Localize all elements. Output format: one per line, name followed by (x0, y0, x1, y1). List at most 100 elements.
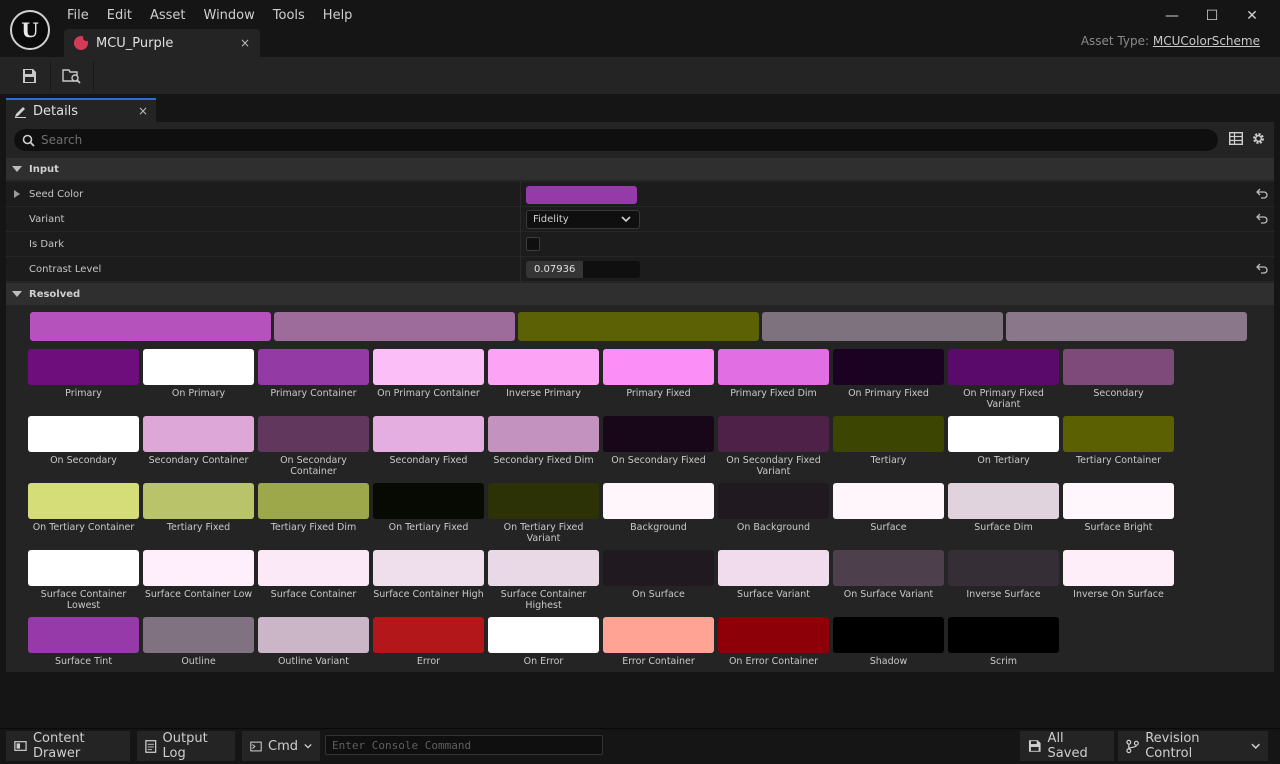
color-role-swatch[interactable] (488, 550, 599, 586)
variant-dropdown[interactable]: Fidelity (526, 210, 640, 229)
color-role-swatch[interactable] (258, 349, 369, 385)
asset-type-link[interactable]: MCUColorScheme (1153, 34, 1260, 48)
color-role-swatch[interactable] (373, 349, 484, 385)
all-saved-button[interactable]: All Saved (1020, 731, 1114, 761)
color-role-swatch[interactable] (373, 483, 484, 519)
color-role-swatch[interactable] (833, 550, 944, 586)
cmd-dropdown[interactable]: Cmd (242, 731, 320, 761)
section-input[interactable]: Input (6, 158, 1274, 180)
reset-to-default-icon[interactable] (1256, 212, 1268, 224)
color-role-swatch[interactable] (1063, 416, 1174, 452)
color-role-label: Surface Variant (737, 589, 810, 600)
color-role-swatch[interactable] (948, 416, 1059, 452)
color-role-cell: Surface Container (258, 550, 371, 600)
table-view-icon[interactable] (1229, 132, 1243, 145)
color-role-swatch[interactable] (373, 617, 484, 653)
color-role-swatch[interactable] (258, 483, 369, 519)
close-window-button[interactable]: ✕ (1234, 5, 1270, 27)
color-role-swatch[interactable] (28, 617, 139, 653)
color-role-swatch[interactable] (143, 617, 254, 653)
column-divider (520, 207, 521, 232)
output-log-button[interactable]: Output Log (137, 731, 235, 761)
color-role-swatch[interactable] (833, 416, 944, 452)
close-details-button[interactable]: × (138, 104, 148, 118)
expand-arrow-icon[interactable] (14, 190, 20, 198)
color-role-swatch[interactable] (718, 483, 829, 519)
is-dark-checkbox[interactable] (526, 237, 540, 251)
color-role-swatch[interactable] (488, 416, 599, 452)
color-role-swatch[interactable] (143, 349, 254, 385)
gear-icon[interactable] (1251, 131, 1266, 146)
menu-edit[interactable]: Edit (98, 6, 141, 25)
color-role-swatch[interactable] (143, 483, 254, 519)
contrast-level-label: Contrast Level (29, 264, 102, 275)
color-role-swatch[interactable] (258, 617, 369, 653)
color-role-label: On Tertiary Fixed (388, 522, 469, 533)
search-box[interactable] (14, 129, 1218, 151)
menu-window[interactable]: Window (195, 6, 264, 25)
chevron-down-icon (621, 216, 631, 223)
color-role-swatch[interactable] (373, 550, 484, 586)
search-icon (22, 134, 35, 147)
color-role-swatch[interactable] (833, 349, 944, 385)
reset-to-default-icon[interactable] (1256, 262, 1268, 274)
color-role-swatch[interactable] (28, 416, 139, 452)
document-tab[interactable]: MCU_Purple × (64, 29, 260, 57)
reset-to-default-icon[interactable] (1256, 187, 1268, 199)
color-role-swatch[interactable] (488, 483, 599, 519)
color-role-swatch[interactable] (603, 550, 714, 586)
seed-color-swatch[interactable] (526, 186, 637, 204)
contrast-level-slider[interactable]: 0.07936 (526, 261, 640, 278)
color-role-swatch[interactable] (603, 416, 714, 452)
color-role-swatch[interactable] (833, 617, 944, 653)
minimize-button[interactable]: — (1154, 5, 1190, 27)
save-icon[interactable] (14, 62, 44, 90)
color-role-swatch[interactable] (258, 416, 369, 452)
color-role-swatch[interactable] (1063, 349, 1174, 385)
variant-value: Fidelity (533, 214, 569, 225)
color-role-swatch[interactable] (1063, 483, 1174, 519)
color-role-swatch[interactable] (603, 483, 714, 519)
color-role-swatch[interactable] (948, 483, 1059, 519)
color-role-swatch[interactable] (143, 416, 254, 452)
menu-help[interactable]: Help (314, 6, 362, 25)
color-role-swatch[interactable] (373, 416, 484, 452)
color-role-swatch[interactable] (28, 483, 139, 519)
color-role-swatch[interactable] (718, 617, 829, 653)
details-tab[interactable]: Details × (6, 98, 156, 122)
unreal-logo-icon[interactable]: U (10, 10, 50, 50)
content-drawer-button[interactable]: Content Drawer (6, 731, 130, 761)
color-role-label: Secondary Fixed (389, 455, 468, 466)
color-role-label: On Primary Container (377, 388, 480, 399)
color-role-swatch[interactable] (948, 550, 1059, 586)
color-role-swatch[interactable] (948, 617, 1059, 653)
close-tab-button[interactable]: × (240, 36, 250, 50)
color-role-swatch[interactable] (603, 349, 714, 385)
color-role-swatch[interactable] (488, 617, 599, 653)
console-command-input[interactable] (325, 735, 603, 755)
color-role-swatch[interactable] (488, 349, 599, 385)
color-role-swatch[interactable] (948, 349, 1059, 385)
color-role-cell: Error (373, 617, 486, 667)
menu-file[interactable]: File (58, 6, 98, 25)
color-role-swatch[interactable] (1063, 550, 1174, 586)
color-role-swatch[interactable] (258, 550, 369, 586)
color-role-swatch[interactable] (603, 617, 714, 653)
color-role-swatch[interactable] (718, 416, 829, 452)
color-role-label: Primary Fixed (626, 388, 691, 399)
revision-control-dropdown[interactable]: Revision Control (1118, 731, 1268, 761)
section-resolved[interactable]: Resolved (6, 283, 1274, 305)
color-role-swatch[interactable] (833, 483, 944, 519)
search-input[interactable] (41, 133, 1141, 147)
color-scheme-asset-icon (74, 34, 90, 50)
menu-asset[interactable]: Asset (141, 6, 195, 25)
color-role-cell: Background (603, 483, 716, 533)
browse-asset-icon[interactable] (57, 62, 87, 90)
color-role-swatch[interactable] (28, 550, 139, 586)
color-role-swatch[interactable] (28, 349, 139, 385)
color-role-swatch[interactable] (718, 550, 829, 586)
color-role-swatch[interactable] (718, 349, 829, 385)
menu-tools[interactable]: Tools (264, 6, 314, 25)
maximize-button[interactable]: ☐ (1194, 5, 1230, 27)
color-role-swatch[interactable] (143, 550, 254, 586)
